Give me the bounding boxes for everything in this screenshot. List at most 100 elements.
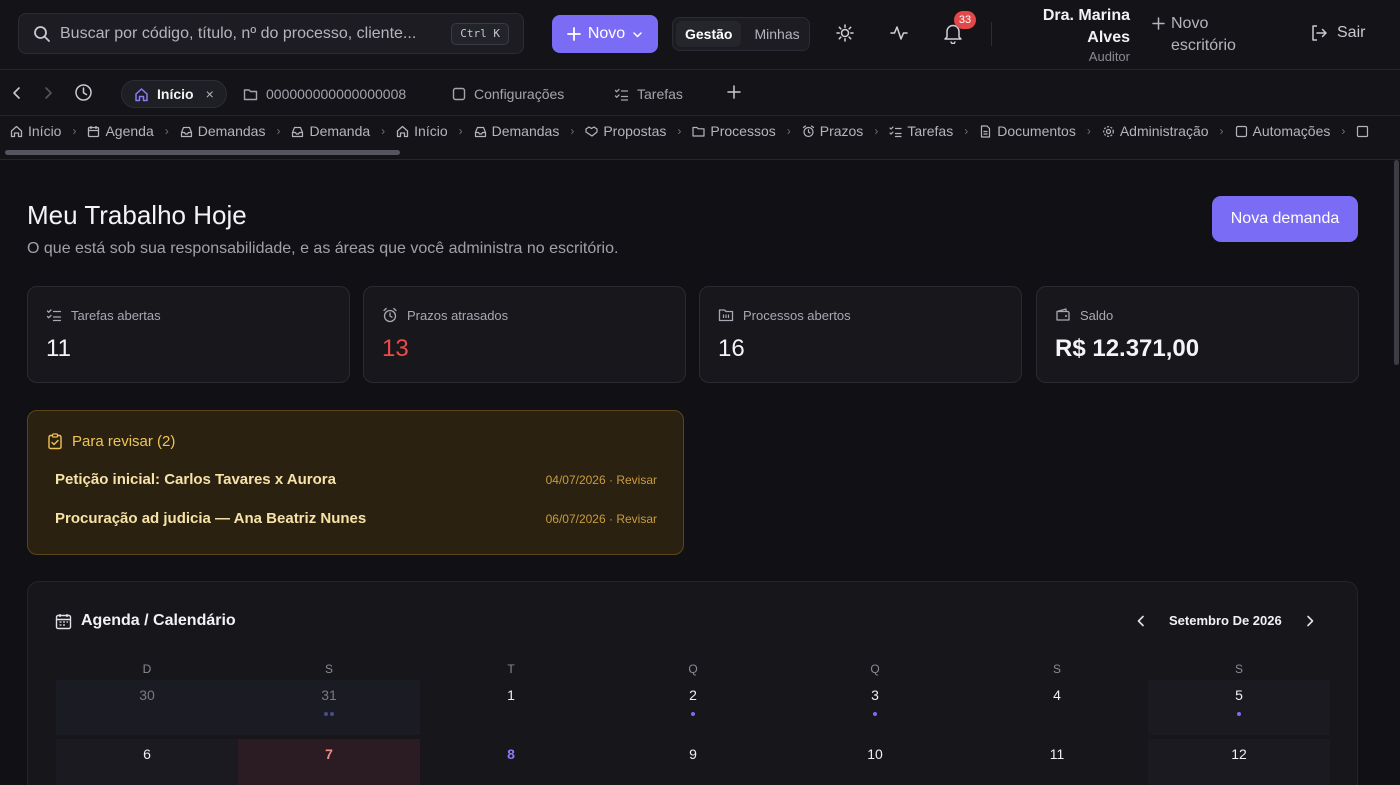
stat-value: 16 (718, 335, 745, 362)
prev-month-icon[interactable] (1135, 615, 1147, 627)
notification-badge: 33 (954, 11, 976, 29)
stat-value: 13 (382, 335, 409, 362)
breadcrumb-item[interactable]: Propostas (585, 123, 666, 139)
square-icon (1235, 125, 1248, 138)
review-item[interactable]: Petição inicial: Carlos Tavares x Aurora… (55, 471, 657, 488)
day-number: 31 (321, 687, 337, 703)
list-check-icon (46, 307, 62, 323)
breadcrumb-item[interactable]: Demanda (291, 123, 370, 139)
chevron-right-icon: › (276, 124, 281, 138)
logout-button[interactable]: Sair (1310, 24, 1365, 42)
chevron-right-icon: › (381, 124, 386, 138)
tab-configuracoes[interactable]: Configurações (452, 80, 564, 108)
stat-card-balance[interactable]: Saldo R$ 12.371,00 (1036, 286, 1359, 383)
chevron-right-icon: › (786, 124, 791, 138)
breadcrumb-item[interactable]: Início (396, 123, 448, 139)
view-toggle-minhas[interactable]: Minhas (745, 21, 808, 47)
close-icon[interactable]: × (206, 86, 214, 102)
chevron-right-icon: › (1341, 124, 1346, 138)
breadcrumb-label: Tarefas (907, 123, 954, 139)
search-placeholder: Buscar por código, título, nº do process… (60, 25, 417, 42)
page-title: Meu Trabalho Hoje (27, 200, 247, 230)
alarm-icon (802, 124, 815, 138)
list-check-icon (889, 125, 902, 138)
next-month-icon[interactable] (1304, 615, 1316, 627)
stat-label: Processos abertos (743, 307, 851, 323)
tab-label: Início (157, 86, 194, 102)
breadcrumb-label: Agenda (105, 123, 154, 139)
tabs-bar: Início × 000000000000000008 Configuraçõe… (0, 70, 1400, 116)
calendar-day[interactable]: 12 (1148, 739, 1330, 785)
folder-icon (718, 307, 734, 323)
tab-label: Tarefas (637, 86, 683, 102)
horizontal-scrollbar[interactable] (5, 150, 400, 155)
review-item[interactable]: Procuração ad judicia — Ana Beatriz Nune… (55, 510, 657, 527)
square-icon (452, 87, 466, 101)
view-toggle: Gestão Minhas (672, 17, 810, 51)
breadcrumb-item[interactable]: Demandas (474, 123, 559, 139)
new-demand-button[interactable]: Nova demanda (1212, 196, 1358, 242)
calendar-day[interactable]: 30 (56, 680, 238, 735)
calendar-day[interactable]: 1 (420, 680, 602, 735)
breadcrumb-item[interactable]: Demandas (180, 123, 265, 139)
search-input[interactable]: Buscar por código, título, nº do process… (18, 13, 524, 54)
calendar-day[interactable]: 3 (784, 680, 966, 735)
breadcrumb-items: Início › Agenda › Demandas › Demanda › I… (10, 123, 1369, 139)
breadcrumb-item[interactable]: Processos (692, 123, 776, 139)
chevron-right-icon: › (458, 124, 463, 138)
calendar-day[interactable]: 5 (1148, 680, 1330, 735)
breadcrumb-item[interactable] (1356, 125, 1369, 138)
breadcrumb-item[interactable]: Automações (1235, 123, 1330, 139)
breadcrumb-label: Documentos (997, 123, 1076, 139)
tab-label: Configurações (474, 86, 565, 102)
tab-process[interactable]: 000000000000000008 (243, 80, 406, 108)
breadcrumb-item[interactable]: Agenda (87, 123, 154, 139)
breadcrumb-item[interactable]: Administração (1102, 123, 1209, 139)
activity-icon[interactable] (890, 24, 908, 42)
day-number: 30 (139, 687, 155, 703)
forward-icon[interactable] (41, 86, 55, 100)
view-toggle-gestao[interactable]: Gestão (676, 21, 742, 47)
calendar-day[interactable]: 2 (602, 680, 784, 735)
history-icon[interactable] (74, 83, 93, 102)
new-button[interactable]: Novo (552, 15, 658, 53)
page-subtitle: O que está sob sua responsabilidade, e a… (27, 240, 619, 257)
back-icon[interactable] (10, 86, 24, 100)
sun-icon[interactable] (836, 24, 854, 42)
breadcrumb-item[interactable]: Documentos (979, 123, 1076, 139)
breadcrumb-item[interactable]: Início (10, 123, 61, 139)
calendar-grid: D S T Q Q S S 30 31 1 2 3 4 5 6 7 8 9 10… (56, 662, 1331, 785)
calendar-day[interactable]: 6 (56, 739, 238, 785)
calendar-week: 6 7 8 9 10 11 12 (56, 739, 1331, 785)
breadcrumb-item[interactable]: Prazos (802, 123, 863, 139)
calendar-day[interactable]: 10 (784, 739, 966, 785)
weekday-header: D S T Q Q S S (56, 662, 1331, 676)
add-tab-icon[interactable] (727, 85, 741, 99)
breadcrumb-label: Processos (710, 123, 776, 139)
stat-card-tasks[interactable]: Tarefas abertas 11 (27, 286, 350, 383)
folder-icon (692, 125, 705, 138)
stat-value: R$ 12.371,00 (1055, 335, 1200, 362)
calendar-day[interactable]: 8 (420, 739, 602, 785)
tab-tarefas[interactable]: Tarefas (614, 80, 683, 108)
weekday-label: Q (688, 662, 698, 676)
stat-card-processes[interactable]: Processos abertos 16 (699, 286, 1022, 383)
tab-inicio[interactable]: Início × (121, 80, 227, 108)
calendar-day[interactable]: 31 (238, 680, 420, 735)
calendar-day[interactable]: 7 (238, 739, 420, 785)
review-item-meta[interactable]: 04/07/2026 · Revisar (546, 473, 657, 487)
review-title: Para revisar (2) (72, 433, 176, 450)
calendar-day[interactable]: 9 (602, 739, 784, 785)
calendar-day[interactable]: 4 (966, 680, 1148, 735)
breadcrumb: Início › Agenda › Demandas › Demanda › I… (0, 116, 1400, 160)
breadcrumb-item[interactable]: Tarefas (889, 123, 953, 139)
logout-label: Sair (1337, 24, 1366, 41)
stat-card-overdue[interactable]: Prazos atrasados 13 (363, 286, 686, 383)
weekday-label: T (507, 662, 515, 676)
new-office-button[interactable]: Novo escritório (1152, 13, 1251, 57)
vertical-scrollbar[interactable] (1394, 160, 1399, 365)
user-name[interactable]: Dra. Marina Alves (1020, 5, 1130, 49)
event-dots (238, 712, 420, 716)
calendar-day[interactable]: 11 (966, 739, 1148, 785)
review-item-meta[interactable]: 06/07/2026 · Revisar (546, 512, 657, 526)
